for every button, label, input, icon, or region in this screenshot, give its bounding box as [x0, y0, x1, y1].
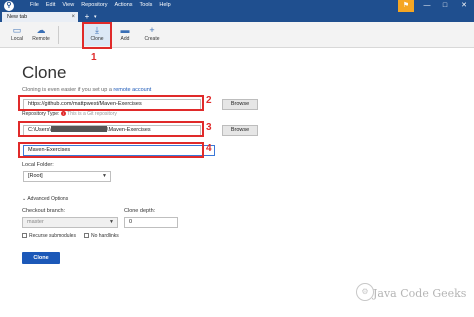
menu-bar: File Edit View Repository Actions Tools …	[30, 2, 171, 8]
callout-number-1: 1	[91, 52, 97, 63]
menu-edit[interactable]: Edit	[46, 2, 55, 8]
minimize-button[interactable]: —	[418, 0, 436, 12]
add-label: Add	[120, 36, 130, 42]
add-button[interactable]: ▬ Add	[112, 24, 138, 46]
title-bar: ⚲ File Edit View Repository Actions Tool…	[0, 0, 474, 12]
toolbar-divider	[58, 26, 59, 44]
menu-tools[interactable]: Tools	[140, 2, 153, 8]
cloud-icon: ☁	[36, 25, 46, 35]
local-folder-select[interactable]: [Root] ▼	[23, 171, 111, 182]
menu-repository[interactable]: Repository	[81, 2, 107, 8]
toolbar: ▭ Local ☁ Remote ⤓ Clone ▬ Add + Create	[0, 22, 474, 48]
remote-label: Remote	[32, 36, 50, 42]
clone-button[interactable]: Clone	[22, 252, 60, 264]
watermark: Java Code Geeks	[373, 287, 467, 300]
add-tab-icon[interactable]: +	[82, 12, 92, 22]
no-hardlinks-checkbox[interactable]	[84, 233, 89, 239]
recurse-submodules-option[interactable]: Recurse submodules	[22, 233, 76, 239]
remote-account-link[interactable]: remote account	[113, 87, 151, 93]
remote-button[interactable]: ☁ Remote	[28, 24, 54, 46]
callout-number-3: 3	[206, 122, 212, 133]
callout-box-2	[18, 95, 204, 111]
no-hardlinks-label: No hardlinks	[91, 233, 119, 239]
recurse-submodules-checkbox[interactable]	[22, 233, 27, 239]
checkout-branch-value: master	[27, 219, 44, 225]
hint-text: Cloning is even easier if you set up a	[22, 87, 112, 93]
checkout-branch-select[interactable]: master ▼	[22, 217, 118, 228]
no-hardlinks-option[interactable]: No hardlinks	[84, 233, 119, 239]
repo-type-label: Repository Type:	[22, 111, 60, 117]
callout-box-4	[18, 142, 204, 158]
browse-destination-button[interactable]: Browse	[222, 125, 258, 136]
chevron-down-icon: ⌄	[22, 196, 27, 202]
advanced-options-toggle[interactable]: ⌄ Advanced Options	[22, 196, 68, 202]
close-window-button[interactable]: ✕	[454, 0, 474, 12]
menu-file[interactable]: File	[30, 2, 39, 8]
callout-number-4: 4	[206, 143, 212, 154]
menu-view[interactable]: View	[62, 2, 74, 8]
browse-source-button[interactable]: Browse	[222, 99, 258, 110]
clone-depth-field[interactable]: 0	[124, 217, 178, 228]
menu-actions[interactable]: Actions	[114, 2, 132, 8]
chevron-down-icon: ▼	[102, 173, 107, 179]
remote-account-hint: Cloning is even easier if you set up a r…	[22, 87, 151, 93]
advanced-options-label: Advanced Options	[27, 196, 69, 202]
callout-number-2: 2	[206, 95, 212, 106]
tab-label: New tab	[7, 14, 28, 20]
tab-new-tab[interactable]: New tab ×	[2, 12, 78, 22]
monitor-icon: ▭	[12, 25, 22, 35]
local-folder-label: Local Folder:	[22, 162, 54, 168]
create-button[interactable]: + Create	[139, 24, 165, 46]
plus-icon: +	[149, 25, 155, 35]
repository-type: Repository Type: ! This is a Git reposit…	[22, 111, 117, 117]
page-title: Clone	[22, 63, 67, 82]
chevron-down-icon: ▼	[109, 219, 114, 225]
notification-icon[interactable]: ⚑	[398, 0, 414, 12]
warning-icon: !	[60, 111, 66, 117]
java-code-geeks-logo-icon: ⚙	[356, 283, 374, 301]
callout-box-3	[18, 121, 204, 137]
tab-dropdown-icon[interactable]: ▾	[94, 12, 97, 22]
maximize-button[interactable]: □	[436, 0, 454, 12]
tab-close-icon[interactable]: ×	[71, 12, 75, 22]
repo-type-value: This is a Git repository	[67, 111, 117, 117]
checkout-branch-label: Checkout branch:	[22, 208, 66, 214]
clone-depth-label: Clone depth:	[124, 208, 156, 214]
folder-icon: ▬	[120, 25, 130, 35]
tab-bar: New tab × + ▾	[0, 12, 474, 22]
recurse-submodules-label: Recurse submodules	[29, 233, 76, 239]
local-button[interactable]: ▭ Local	[4, 24, 30, 46]
create-label: Create	[144, 36, 160, 42]
menu-help[interactable]: Help	[159, 2, 170, 8]
sourcetree-logo-icon: ⚲	[4, 1, 14, 11]
local-label: Local	[11, 36, 23, 42]
local-folder-value: [Root]	[28, 173, 43, 179]
callout-box-1	[82, 22, 112, 49]
